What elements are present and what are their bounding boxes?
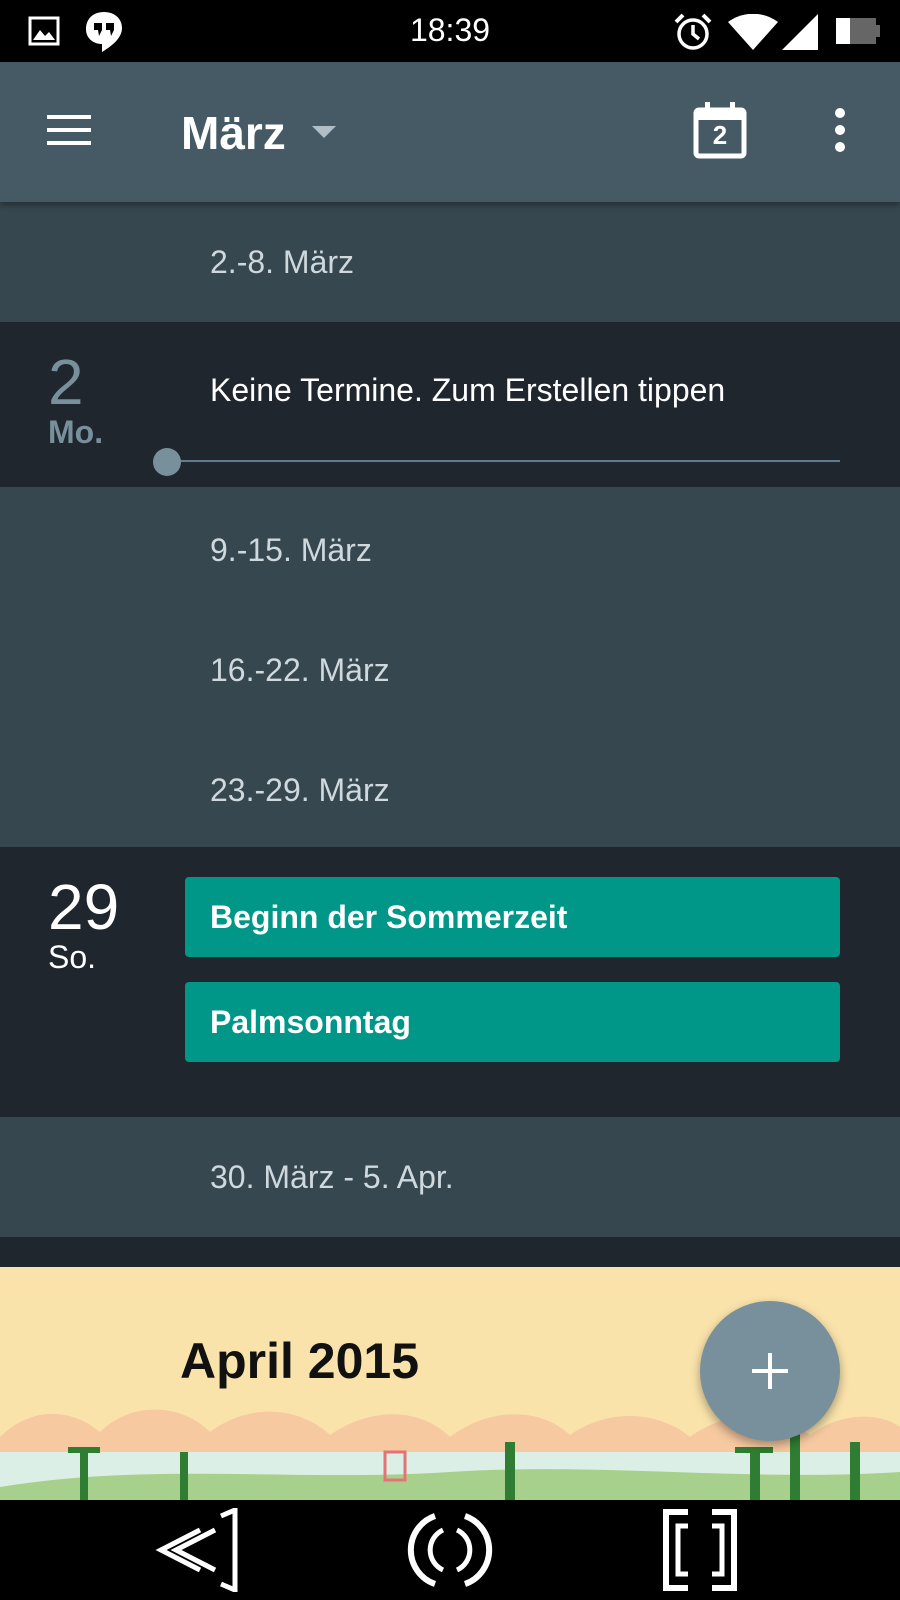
- recents-icon[interactable]: [658, 1508, 742, 1592]
- current-time-line: [167, 460, 840, 462]
- day-row: 29 So. Beginn der Sommerzeit Palmsonntag: [0, 847, 900, 1117]
- week-range-label: 30. März - 5. Apr.: [210, 1159, 454, 1195]
- alarm-icon: [674, 13, 712, 50]
- event-chip[interactable]: Beginn der Sommerzeit: [185, 877, 840, 957]
- month-banner-label: April 2015: [180, 1333, 420, 1389]
- weekday-label: Mo.: [48, 414, 104, 450]
- today-day-number: 2: [712, 120, 728, 150]
- home-icon[interactable]: [405, 1508, 495, 1592]
- no-events-text[interactable]: Keine Termine. Zum Erstellen tippen: [210, 372, 725, 409]
- current-time-dot: [153, 448, 181, 476]
- add-event-button[interactable]: [700, 1301, 840, 1441]
- week-row[interactable]: 30. März - 5. Apr.: [0, 1117, 900, 1237]
- navigation-bar: [0, 1500, 900, 1600]
- weekday-label: So.: [48, 939, 97, 975]
- day-number: 29: [48, 871, 120, 943]
- week-range-label[interactable]: 16.-22. März: [210, 652, 390, 689]
- week-row[interactable]: 2.-8. März: [0, 202, 900, 322]
- divider: [0, 1237, 900, 1267]
- menu-icon[interactable]: [45, 112, 93, 148]
- status-bar: 18:39: [0, 0, 900, 62]
- back-icon[interactable]: [155, 1508, 245, 1592]
- event-chip[interactable]: Palmsonntag: [185, 982, 840, 1062]
- week-group: 9.-15. März 16.-22. März 23.-29. März: [0, 487, 900, 847]
- add-icon: [752, 1353, 788, 1389]
- battery-icon: [836, 18, 880, 44]
- day-number: 2: [48, 346, 84, 418]
- signal-icon: [782, 14, 818, 50]
- week-range-label: 2.-8. März: [210, 244, 355, 280]
- app-toolbar: März 2: [0, 62, 900, 202]
- wifi-icon: [728, 14, 778, 50]
- dropdown-arrow-icon[interactable]: [310, 124, 338, 140]
- month-title[interactable]: März: [181, 106, 286, 160]
- overflow-menu-icon[interactable]: [830, 106, 850, 154]
- week-range-label[interactable]: 9.-15. März: [210, 532, 372, 569]
- day-row[interactable]: 2 Mo. Keine Termine. Zum Erstellen tippe…: [0, 322, 900, 487]
- calendar-today-icon[interactable]: 2: [692, 100, 748, 160]
- week-range-label[interactable]: 23.-29. März: [210, 772, 390, 809]
